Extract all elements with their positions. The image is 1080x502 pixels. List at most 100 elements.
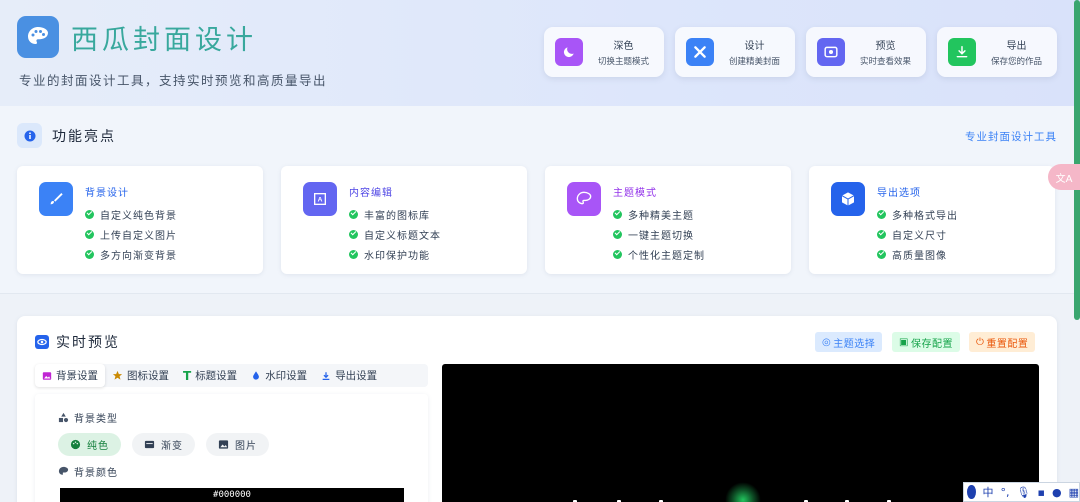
- feature-card-title: 主题模式: [613, 188, 657, 199]
- feature-item-text: 多种格式导出: [892, 210, 958, 222]
- export-label: 导出: [1006, 41, 1027, 52]
- image-icon: [42, 371, 52, 381]
- bg-type-text: 背景类型: [74, 414, 118, 425]
- cover-preview-canvas: [442, 364, 1039, 502]
- download-icon: [948, 38, 976, 66]
- check-icon: [877, 229, 886, 239]
- punctuation-icon[interactable]: °,: [1001, 486, 1010, 499]
- design-label: 设计: [744, 41, 765, 52]
- bg-color-text: 背景颜色: [74, 468, 118, 479]
- preview-title: 实时预览: [56, 335, 120, 351]
- design-desc: 创建精美封面: [728, 57, 780, 67]
- feature-item: 自定义纯色背景: [85, 204, 177, 224]
- design-button[interactable]: 设计 创建精美封面: [675, 27, 795, 77]
- app-header: 西瓜封面设计 专业的封面设计工具，支持实时预览和高质量导出 深色切换主题模式 设…: [0, 0, 1080, 106]
- tab-icon[interactable]: 图标设置: [105, 364, 176, 387]
- features-title: 功能亮点: [52, 129, 116, 145]
- feature-item: 个性化主题定制: [613, 244, 705, 264]
- feature-item-text: 高质量图像: [892, 250, 947, 262]
- tab-background[interactable]: 背景设置: [35, 364, 105, 387]
- feature-item-text: 多方向渐变背景: [100, 250, 177, 262]
- bg-color-picker[interactable]: #000000: [60, 488, 404, 502]
- shapes-icon: [58, 412, 69, 423]
- keyboard-icon[interactable]: ▪: [1038, 486, 1045, 499]
- feature-item: 丰富的图标库: [349, 204, 441, 224]
- app-subtitle: 专业的封面设计工具，支持实时预览和高质量导出: [19, 73, 328, 88]
- translate-float-button[interactable]: 文A: [1048, 164, 1080, 190]
- tab-title[interactable]: T 标题设置: [176, 364, 244, 387]
- preview-button[interactable]: 预览 实时查看效果: [806, 27, 926, 77]
- palette-logo-icon: [17, 16, 59, 58]
- reset-config-label: 重置配置: [986, 338, 1029, 350]
- ime-logo-icon[interactable]: [967, 485, 976, 499]
- dark-mode-button[interactable]: 深色 切换主题模式: [544, 27, 664, 77]
- grid-icon[interactable]: ▦: [1069, 486, 1079, 499]
- palette-icon: [58, 466, 69, 477]
- bg-option-label: 图片: [235, 441, 257, 452]
- palette-icon: [70, 439, 81, 450]
- feature-item: 高质量图像: [877, 244, 958, 264]
- page-scrollbar[interactable]: [1074, 0, 1080, 320]
- features-link[interactable]: 专业封面设计工具: [965, 129, 1057, 144]
- feature-item-text: 一键主题切换: [628, 230, 694, 242]
- theme-select-button[interactable]: ◎ 主题选择: [815, 332, 883, 352]
- dark-mode-label: 深色: [613, 41, 634, 52]
- gradient-icon: [144, 439, 155, 450]
- check-icon: [85, 249, 94, 259]
- power-icon: ⏻: [976, 336, 985, 348]
- tools-icon: [686, 38, 714, 66]
- user-icon[interactable]: ●: [1052, 486, 1062, 499]
- tab-label: 标题设置: [195, 370, 238, 382]
- preview-icon-glow: [725, 482, 761, 502]
- translate-icon: 文A: [1055, 173, 1073, 185]
- dark-mode-desc: 切换主题模式: [597, 57, 649, 67]
- export-button[interactable]: 导出 保存您的作品: [937, 27, 1057, 77]
- feature-card-title: 内容编辑: [349, 188, 393, 199]
- check-icon: [349, 209, 358, 219]
- check-icon: [349, 229, 358, 239]
- tab-export[interactable]: 导出设置: [314, 364, 384, 387]
- feature-item-text: 上传自定义图片: [100, 230, 177, 242]
- feature-card-title: 背景设计: [85, 188, 129, 199]
- eye-icon: [35, 335, 49, 349]
- feature-item: 多方向渐变背景: [85, 244, 177, 264]
- reset-config-button[interactable]: ⏻ 重置配置: [969, 332, 1036, 352]
- feature-card-export: 导出选项 多种格式导出 自定义尺寸 高质量图像: [809, 166, 1055, 274]
- bg-option-image[interactable]: 图片: [206, 433, 269, 456]
- feature-item: 多种格式导出: [877, 204, 958, 224]
- app-title: 西瓜封面设计: [71, 25, 257, 56]
- tab-label: 水印设置: [265, 370, 308, 382]
- feature-item: 上传自定义图片: [85, 224, 177, 244]
- feature-item: 自定义标题文本: [349, 224, 441, 244]
- feature-item-text: 水印保护功能: [364, 250, 430, 262]
- bg-option-solid[interactable]: 纯色: [58, 433, 121, 456]
- feature-card-background: 背景设计 自定义纯色背景 上传自定义图片 多方向渐变背景: [17, 166, 263, 274]
- features-section: 功能亮点 专业封面设计工具 背景设计 自定义纯色背景 上传自定义图片 多方向渐变…: [0, 106, 1080, 294]
- text-frame-icon: A: [303, 182, 337, 216]
- feature-item: 自定义尺寸: [877, 224, 958, 244]
- svg-text:A: A: [318, 197, 323, 204]
- feature-item: 水印保护功能: [349, 244, 441, 264]
- bg-color-label: 背景颜色: [58, 464, 118, 479]
- bg-option-label: 纯色: [87, 441, 109, 452]
- feature-card-theme: 主题模式 多种精美主题 一键主题切换 个性化主题定制: [545, 166, 791, 274]
- check-icon: [85, 229, 94, 239]
- bg-option-label: 渐变: [161, 441, 183, 452]
- feature-item-text: 丰富的图标库: [364, 210, 430, 222]
- check-icon: [613, 229, 622, 239]
- download-icon: [321, 371, 331, 381]
- feature-item-text: 自定义纯色背景: [100, 210, 177, 222]
- check-icon: [85, 209, 94, 219]
- mic-icon[interactable]: 🎙: [1017, 486, 1031, 499]
- tab-watermark[interactable]: 水印设置: [244, 364, 314, 387]
- save-icon: ▣: [899, 336, 909, 348]
- preview-desc: 实时查看效果: [859, 57, 911, 67]
- ime-lang[interactable]: 中: [983, 484, 994, 500]
- bg-option-gradient[interactable]: 渐变: [132, 433, 195, 456]
- theme-select-label: 主题选择: [833, 338, 876, 350]
- export-desc: 保存您的作品: [990, 57, 1042, 67]
- info-icon: [17, 123, 42, 148]
- save-config-button[interactable]: ▣ 保存配置: [892, 332, 960, 352]
- bg-type-label: 背景类型: [58, 410, 118, 425]
- check-icon: [877, 209, 886, 219]
